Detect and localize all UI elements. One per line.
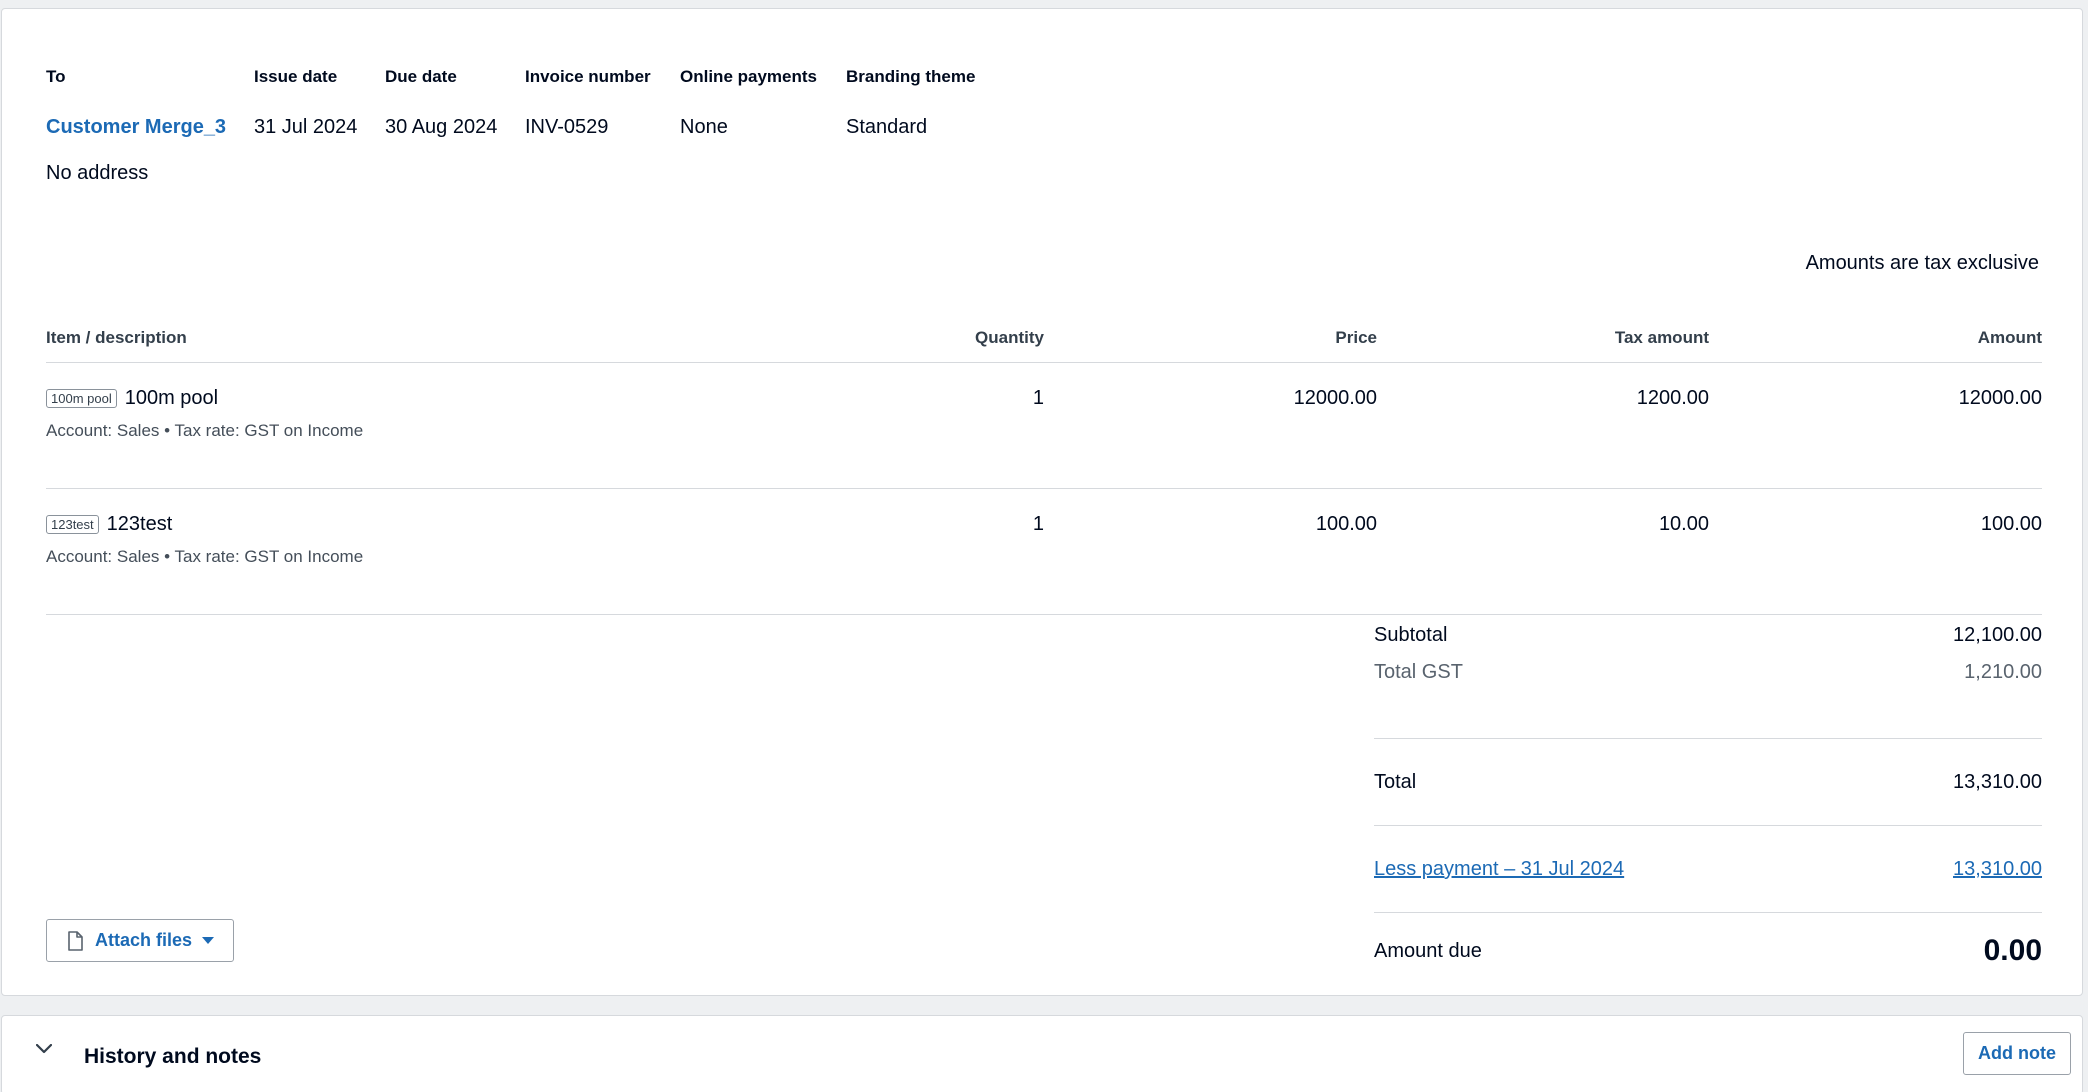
- item-cell: 100m pool 100m pool: [46, 387, 711, 410]
- issue-date-label: Issue date: [254, 67, 338, 86]
- invoice-number-value: INV-0529: [525, 116, 609, 138]
- amount-cell: 100.00: [1980, 512, 2042, 535]
- item-code-badge: 123test: [46, 514, 99, 534]
- subtotal-row: Subtotal 12,100.00: [1374, 621, 2042, 649]
- due-date-value: 30 Aug 2024: [385, 116, 498, 138]
- due-date-label: Due date: [385, 67, 457, 86]
- gst-value: 1,210.00: [1964, 661, 2042, 683]
- amount-cell: 12000.00: [1958, 386, 2042, 409]
- due-date-column: Due date 30 Aug 2024: [385, 65, 499, 141]
- chevron-down-icon[interactable]: [36, 1044, 52, 1054]
- price-cell: 12000.00: [1293, 386, 1377, 409]
- item-name: 123test: [106, 512, 173, 535]
- table-row: 100m pool 100m pool 1 12000.00 1200.00 12…: [46, 381, 2042, 489]
- header-price: Price: [1335, 327, 1377, 347]
- to-label: To: [46, 67, 66, 86]
- item-account-detail: Account: Sales • Tax rate: GST on Income: [46, 547, 364, 566]
- header-quantity: Quantity: [975, 327, 1044, 347]
- header-item: Item / description: [46, 327, 187, 347]
- issue-date-column: Issue date 31 Jul 2024: [254, 65, 359, 141]
- issue-date-value: 31 Jul 2024: [254, 116, 358, 138]
- add-note-button[interactable]: Add note: [1963, 1032, 2071, 1075]
- customer-link[interactable]: Customer Merge_3: [46, 113, 228, 141]
- total-value: 13,310.00: [1953, 771, 2042, 793]
- table-header: Item / description Quantity Price Tax am…: [46, 313, 2042, 363]
- online-payments-column: Online payments None: [680, 65, 820, 141]
- subtotal-value: 12,100.00: [1953, 624, 2042, 646]
- invoice-card: To Customer Merge_3 Issue date 31 Jul 20…: [1, 8, 2083, 996]
- payment-row: Less payment – 31 Jul 2024 13,310.00: [1374, 826, 2042, 912]
- payment-link[interactable]: Less payment – 31 Jul 2024: [1374, 826, 1624, 912]
- history-title: History and notes: [84, 1045, 262, 1068]
- totals-panel: Subtotal 12,100.00 Total GST 1,210.00 To…: [1374, 621, 2042, 989]
- amount-due-label: Amount due: [1374, 939, 1482, 962]
- line-items-table: Item / description Quantity Price Tax am…: [46, 313, 2042, 615]
- subtotal-label: Subtotal: [1374, 624, 1448, 646]
- caret-down-icon: [202, 936, 215, 944]
- item-code-badge: 100m pool: [46, 388, 117, 408]
- item-cell: 123test 123test: [46, 513, 711, 536]
- quantity-cell: 1: [1032, 386, 1044, 409]
- file-icon: [68, 930, 83, 951]
- branding-theme-label: Branding theme: [846, 67, 976, 86]
- invoice-number-column: Invoice number INV-0529: [525, 65, 654, 141]
- total-row: Total 13,310.00: [1374, 739, 2042, 825]
- customer-address: No address: [46, 162, 149, 184]
- branding-theme-column: Branding theme Standard: [846, 65, 986, 141]
- invoice-meta: To Customer Merge_3 Issue date 31 Jul 20…: [46, 65, 1012, 141]
- online-payments-label: Online payments: [680, 67, 817, 86]
- attach-files-label: Attach files: [95, 930, 193, 950]
- quantity-cell: 1: [1032, 512, 1044, 535]
- payment-amount-link[interactable]: 13,310.00: [1953, 826, 2042, 912]
- item-name: 100m pool: [124, 386, 219, 409]
- tax-mode-note: Amounts are tax exclusive: [1805, 252, 2039, 274]
- amount-due-value: 0.00: [1983, 934, 2042, 967]
- header-tax-amount: Tax amount: [1614, 327, 1709, 347]
- total-label: Total: [1374, 771, 1417, 793]
- tax-amount-cell: 1200.00: [1636, 386, 1709, 409]
- amount-due-row: Amount due 0.00: [1374, 913, 2042, 989]
- item-account-detail: Account: Sales • Tax rate: GST on Income: [46, 421, 364, 440]
- tax-amount-cell: 10.00: [1658, 512, 1709, 535]
- branding-theme-value: Standard: [846, 116, 928, 138]
- attach-files-button[interactable]: Attach files: [46, 919, 234, 962]
- header-amount: Amount: [1977, 327, 2042, 347]
- history-and-notes-panel: History and notes Add note: [1, 1015, 2083, 1092]
- price-cell: 100.00: [1315, 512, 1377, 535]
- online-payments-value: None: [680, 116, 728, 138]
- gst-row: Total GST 1,210.00: [1374, 658, 2042, 686]
- invoice-number-label: Invoice number: [525, 67, 651, 86]
- gst-label: Total GST: [1374, 661, 1463, 683]
- to-column: To Customer Merge_3: [46, 65, 228, 141]
- table-row: 123test 123test 1 100.00 10.00 100.00 Acc…: [46, 507, 2042, 615]
